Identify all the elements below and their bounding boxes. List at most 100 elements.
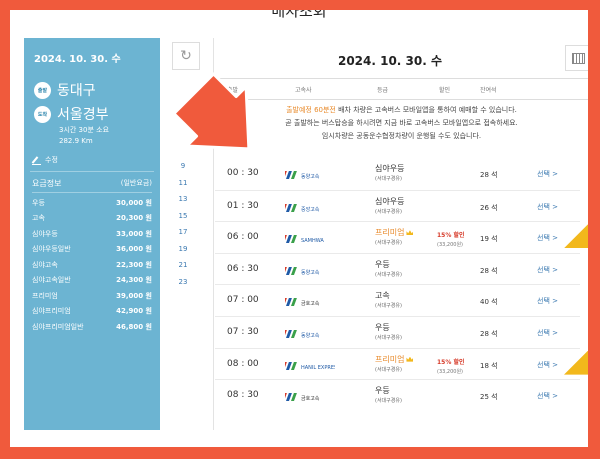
schedule-row[interactable]: 07 : 30 동양고속 우등 (서대구경유) 28 석 선택 >: [215, 315, 580, 348]
via-label: (서대구경유): [375, 398, 402, 405]
select-button[interactable]: 선택 >: [537, 296, 558, 306]
remaining-seats: 28 석: [480, 329, 498, 338]
select-button[interactable]: 선택 >: [537, 391, 558, 401]
via-label: (서대구경유): [375, 176, 402, 182]
fare-grade: 심야고속: [32, 260, 58, 269]
select-button[interactable]: 선택 >: [537, 233, 558, 243]
arrival-badge: 도착: [34, 105, 51, 123]
remaining-seats: 40 석: [480, 298, 498, 307]
edit-route-button[interactable]: 수정: [32, 155, 58, 165]
schedule-row[interactable]: 08 : 30 금호고속 우등 (서대구경유) 25 석 선택 >: [215, 379, 580, 411]
svg-text:동양고속: 동양고속: [301, 332, 320, 339]
time-jump-link[interactable]: 17: [164, 228, 214, 245]
calendar-button[interactable]: [565, 45, 588, 71]
remaining-seats: 25 석: [480, 393, 498, 402]
schedule-list: 00 : 30 동양고속 심야우등 (서대구경유) 28 석 선택 >01 : 30 중앙고…: [215, 158, 588, 411]
company-logo: HANIL EXPRESS: [280, 358, 340, 372]
refresh-icon: ↻: [180, 48, 192, 64]
remaining-seats: 18 석: [480, 361, 498, 370]
departure-time: 06 : 00: [227, 232, 259, 243]
select-button[interactable]: 선택 >: [537, 328, 558, 338]
bus-company-icon: 동양고속: [280, 266, 320, 276]
fare-row: 심야우등일반 36,000 원: [32, 242, 152, 258]
departure-time: 06 : 30: [227, 263, 259, 274]
time-jump-link[interactable]: 13: [164, 195, 214, 212]
svg-text:중앙고속: 중앙고속: [301, 206, 320, 213]
fare-grade: 프리미엄: [32, 291, 58, 300]
departure-time: 07 : 00: [227, 295, 259, 306]
fare-grade: 심야고속일반: [32, 276, 71, 285]
bus-company-icon: SAMHWA: [280, 235, 324, 244]
grade-label: 우등: [375, 259, 390, 269]
via-label: (서대구경유): [375, 271, 402, 278]
bus-grade: 프리미엄 (서대구경유): [375, 354, 414, 373]
refresh-button[interactable]: ↻: [172, 42, 200, 70]
route-info: 출발 동대구 도착 서울경부: [34, 78, 152, 126]
bus-grade: 프리미엄 (서대구경유): [375, 227, 414, 247]
edit-label: 수정: [45, 156, 58, 164]
fare-grade: 심야우등일반: [32, 245, 71, 254]
schedule-date: 2024. 10. 30. 수: [337, 54, 443, 68]
fare-amount: 39,000 원: [116, 291, 152, 300]
premium-ribbon: [564, 222, 588, 249]
fare-amount: 24,300 원: [116, 276, 152, 285]
company-logo: 금호고속: [280, 389, 335, 403]
company-logo: 금호고속: [280, 294, 335, 308]
svg-text:HANIL EXPRESS: HANIL EXPRESS: [301, 365, 335, 371]
fare-amount: 30,000 원: [116, 198, 152, 207]
remaining-seats: 26 석: [480, 203, 498, 212]
bus-grade: 고속 (서대구경유): [375, 290, 402, 309]
select-button[interactable]: 선택 >: [537, 360, 558, 370]
time-jump-link[interactable]: 23: [164, 278, 214, 295]
svg-text:금호고속: 금호고속: [301, 395, 320, 402]
schedule-row[interactable]: 07 : 00 금호고속 고속 (서대구경유) 40 석 선택 >: [215, 284, 580, 316]
time-jump-link[interactable]: 11: [164, 179, 214, 196]
fare-grade: 고속: [32, 214, 45, 223]
notice-line-1: 배차 차량은 고속버스 모바일앱을 통하여 예매할 수 있습니다.: [335, 106, 517, 114]
selected-date: 2024. 10. 30. 수: [34, 54, 121, 65]
via-label: (서대구경유): [375, 366, 402, 373]
grade-label: 우등: [375, 322, 390, 332]
time-jump-list: 9 11 13 15 17 19 21 23: [164, 162, 214, 294]
bus-grade: 우등 (서대구경유): [375, 385, 402, 404]
col-grade: 등급: [377, 87, 389, 94]
time-jump-link[interactable]: 21: [164, 261, 214, 278]
crown-icon: [406, 356, 414, 362]
schedule-row[interactable]: 08 : 00 HANIL EXPRESS 프리미엄 (서대구경유) 15% 할인 (33…: [215, 347, 588, 380]
via-label: (서대구경유): [375, 240, 402, 247]
col-discount: 할인: [439, 87, 451, 94]
fare-grade: 우등: [32, 198, 45, 207]
discount-info: 15% 할인 (33,200원): [437, 357, 465, 375]
select-button[interactable]: 선택 >: [537, 202, 558, 212]
route-summary-panel: 2024. 10. 30. 수 출발 동대구 도착 서울경부 3시간 30분 소…: [24, 38, 160, 430]
bus-grade: 심야우등 (서대구경유): [375, 196, 404, 215]
departure-city: 동대구: [57, 83, 96, 99]
time-jump-link[interactable]: 15: [164, 212, 214, 229]
select-button[interactable]: 선택 >: [537, 169, 558, 179]
fare-row: 심야고속 22,300 원: [32, 257, 152, 273]
bus-company-icon: 동양고속: [280, 171, 320, 180]
fare-grade: 심야프리미엄: [32, 307, 71, 316]
trip-distance: 282.9 Km: [59, 137, 93, 145]
svg-text:금호고속: 금호고속: [301, 300, 320, 307]
schedule-row[interactable]: 06 : 00 SAMHWA 프리미엄 (서대구경유) 15% 할인 (33,200원) 1…: [215, 221, 588, 253]
divider: [30, 171, 154, 172]
via-label: (서대구경유): [375, 303, 402, 310]
fare-title: 요금정보: [32, 179, 62, 188]
fare-grade: 심야우등: [32, 229, 58, 238]
schedule-row[interactable]: 01 : 30 중앙고속 심야우등 (서대구경유) 26 석 선택 >: [215, 189, 580, 222]
remaining-seats: 19 석: [480, 235, 498, 244]
fare-row: 심야우등 33,000 원: [32, 226, 152, 242]
screenshot-frame: 배차조회 2024. 10. 30. 수 출발 동대구 도착 서울경부 3시간 …: [10, 10, 588, 447]
schedule-row[interactable]: 06 : 30 동양고속 우등 (서대구경유) 28 석 선택 >: [215, 252, 580, 285]
bus-company-icon: 동양고속: [280, 329, 320, 339]
discount-rate: 15% 할인: [437, 232, 465, 240]
bus-company-icon: 금호고속: [280, 298, 320, 307]
company-logo: 중앙고속: [280, 200, 335, 214]
fare-grade: 심야프리미엄일반: [32, 322, 84, 331]
departure-time: 08 : 00: [227, 358, 259, 369]
bus-company-icon: HANIL EXPRESS: [280, 361, 340, 371]
time-jump-link[interactable]: 19: [164, 245, 214, 262]
select-button[interactable]: 선택 >: [537, 265, 558, 275]
calendar-icon: [571, 52, 585, 64]
